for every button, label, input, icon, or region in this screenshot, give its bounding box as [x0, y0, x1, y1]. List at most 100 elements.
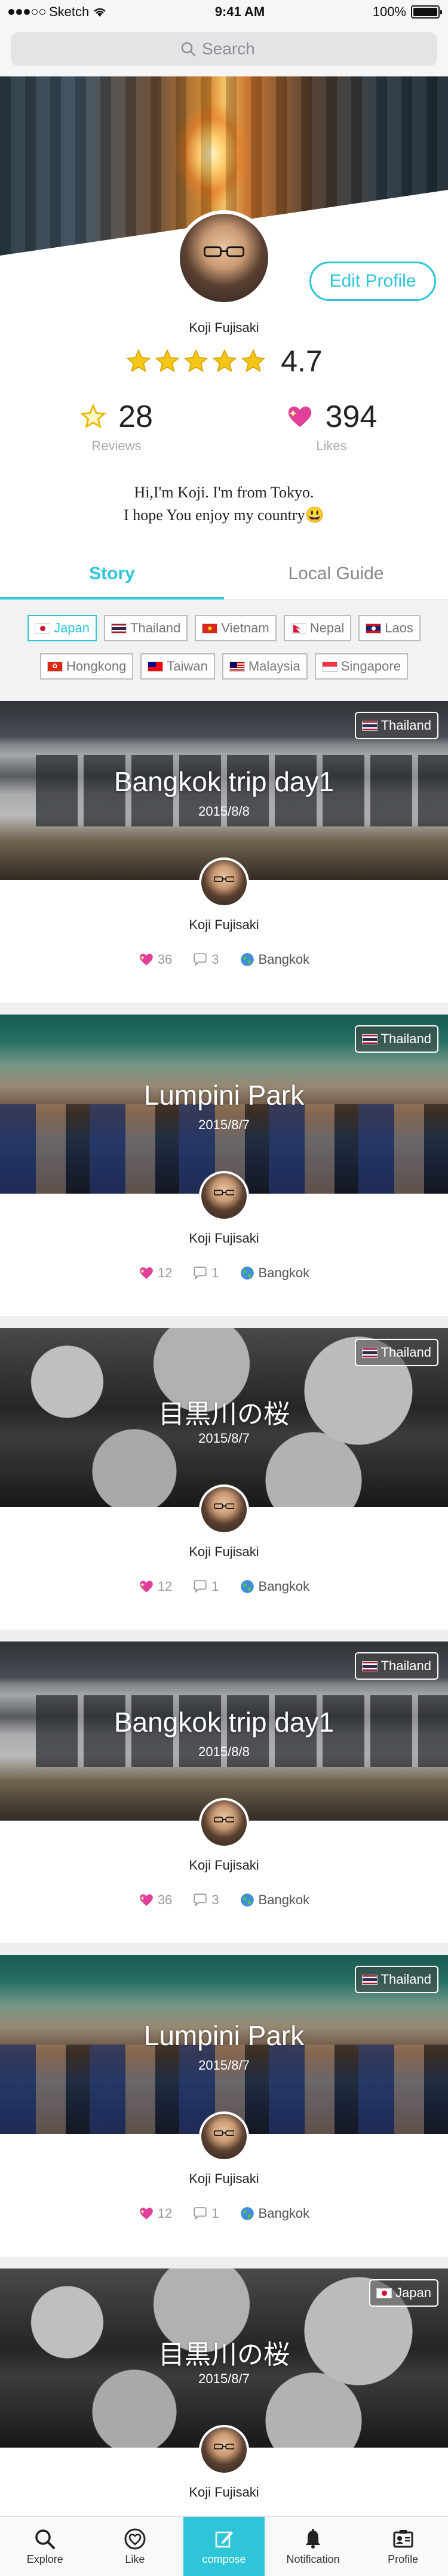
- story-place[interactable]: Bangkok: [240, 952, 310, 967]
- author-avatar[interactable]: [199, 1798, 249, 1848]
- story-author: Koji Fujisaki: [189, 917, 259, 932]
- star-icon: [183, 349, 208, 373]
- flag-icon: [366, 623, 382, 634]
- status-time: 9:41 AM: [214, 4, 265, 19]
- story-comments[interactable]: 3: [192, 1892, 219, 1908]
- story-meta: 12 1 Bangkok: [0, 2206, 448, 2221]
- card-separator: [0, 1316, 448, 1328]
- profile-card-icon: [393, 2530, 413, 2548]
- edit-profile-button[interactable]: Edit Profile: [309, 262, 436, 301]
- wifi-icon: [94, 8, 106, 17]
- heart-circle-icon: [124, 2528, 146, 2550]
- story-comments[interactable]: 3: [192, 952, 219, 967]
- story-comments[interactable]: 1: [192, 1579, 219, 1594]
- search-icon: [181, 42, 196, 57]
- flag-icon: [361, 1034, 378, 1044]
- rating-value: 4.7: [281, 345, 323, 378]
- card-separator: [0, 1630, 448, 1641]
- search-input[interactable]: [202, 39, 268, 59]
- card-separator: [0, 1003, 448, 1015]
- country-badge[interactable]: Thailand: [354, 1025, 438, 1053]
- globe-icon: [240, 1893, 254, 1907]
- author-avatar[interactable]: [199, 1171, 249, 1221]
- battery-percent: 100%: [372, 4, 406, 19]
- chip-singapore[interactable]: Singapore: [314, 653, 408, 680]
- story-card[interactable]: Thailand Bangkok trip day1 2015/8/8 Koji Fu…: [0, 701, 448, 1003]
- tab-bar-like[interactable]: Like: [90, 2517, 180, 2576]
- flag-icon: [229, 661, 245, 672]
- story-place[interactable]: Bangkok: [240, 2206, 309, 2221]
- story-comments[interactable]: 1: [192, 1265, 219, 1281]
- story-likes[interactable]: 12: [139, 1579, 172, 1594]
- chip-hongkong[interactable]: ✿ Hongkong: [40, 653, 134, 680]
- story-author: Koji Fujisaki: [189, 1858, 259, 1873]
- likes-count: 394: [325, 399, 378, 434]
- chip-japan[interactable]: Japan: [27, 615, 97, 641]
- author-avatar[interactable]: [199, 2111, 249, 2162]
- chip-laos[interactable]: Laos: [358, 615, 421, 641]
- likes-count: 12: [157, 1579, 173, 1594]
- comments-count: 3: [211, 952, 219, 967]
- story-title: Bangkok trip day1: [113, 1707, 335, 1738]
- search-bar: [0, 24, 448, 76]
- card-separator: [0, 2257, 448, 2268]
- bell-icon: [306, 2529, 321, 2549]
- chip-malaysia[interactable]: Malaysia: [222, 653, 308, 680]
- status-right: 100%: [372, 4, 442, 20]
- star-icon: [212, 349, 237, 373]
- country-badge[interactable]: Thailand: [354, 1966, 438, 1993]
- story-feed: Thailand Bangkok trip day1 2015/8/8 Koji Fu…: [0, 701, 448, 2576]
- flag-icon: [111, 623, 127, 634]
- author-avatar[interactable]: [199, 2425, 249, 2475]
- story-likes[interactable]: 36: [139, 1892, 172, 1908]
- country-badge[interactable]: Thailand: [354, 712, 438, 739]
- profile-avatar[interactable]: [176, 210, 272, 306]
- rating-row: 4.7: [0, 344, 448, 379]
- tab-bar-profile[interactable]: Profile: [358, 2517, 448, 2576]
- country-badge-label: Thailand: [381, 1972, 431, 1987]
- story-likes[interactable]: 12: [139, 2206, 172, 2221]
- tab-bar-notification[interactable]: Notification: [268, 2517, 358, 2576]
- chip-label: Malaysia: [248, 659, 300, 674]
- reviews-stat[interactable]: 28 Reviews: [57, 399, 176, 454]
- tab-bar-explore[interactable]: Explore: [0, 2517, 90, 2576]
- author-avatar[interactable]: [199, 857, 249, 908]
- story-likes[interactable]: 36: [139, 952, 172, 967]
- star-icon: [241, 349, 266, 373]
- country-badge[interactable]: Japan: [369, 2279, 438, 2307]
- story-card[interactable]: Thailand Lumpini Park 2015/8/7 Koji Fujisak…: [0, 1015, 448, 1316]
- story-place[interactable]: Bangkok: [240, 1892, 309, 1908]
- country-badge[interactable]: Thailand: [354, 1339, 438, 1366]
- chip-taiwan[interactable]: Taiwan: [140, 653, 215, 680]
- story-place[interactable]: Bangkok: [240, 1265, 309, 1281]
- tab-story[interactable]: Story: [0, 548, 224, 600]
- chip-thailand[interactable]: Thailand: [104, 615, 188, 641]
- search-box[interactable]: [11, 32, 437, 66]
- author-avatar[interactable]: [199, 1484, 249, 1535]
- story-card[interactable]: Thailand Bangkok trip day1 2015/8/8 Koji Fu…: [0, 1641, 448, 1943]
- bottom-tab-bar: Explore Like compose Notification Profil…: [0, 2516, 448, 2576]
- flag-icon: [35, 623, 51, 634]
- chip-vietnam[interactable]: ★ Vietnam: [195, 615, 277, 641]
- country-badge[interactable]: Thailand: [354, 1652, 438, 1680]
- story-card[interactable]: Thailand Lumpini Park 2015/8/7 Koji Fujisak…: [0, 1955, 448, 2257]
- likes-stat[interactable]: 394 Likes: [272, 399, 391, 454]
- tab-bar-label: Notification: [286, 2553, 340, 2565]
- story-card[interactable]: Thailand 目黒川の桜 2015/8/7 Koji Fujisaki 12 1 Ban…: [0, 1328, 448, 1630]
- chip-nepal[interactable]: Nepal: [283, 615, 352, 641]
- story-place[interactable]: Bangkok: [240, 1579, 310, 1594]
- tab-local-guide[interactable]: Local Guide: [224, 548, 448, 599]
- signal-icon: [8, 9, 45, 15]
- story-comments[interactable]: 1: [192, 2206, 219, 2221]
- tab-bar-compose[interactable]: compose: [183, 2517, 265, 2576]
- profile-tabs: Story Local Guide: [0, 548, 448, 600]
- place-label: Bangkok: [258, 1579, 310, 1594]
- place-label: Bangkok: [258, 952, 310, 967]
- tab-bar-label: Profile: [388, 2553, 419, 2565]
- story-likes[interactable]: 12: [139, 1265, 172, 1281]
- sparkling-heart-icon: [139, 954, 153, 966]
- flag-icon: [321, 661, 337, 672]
- likes-count: 36: [157, 952, 173, 967]
- profile-name: Koji Fujisaki: [189, 320, 259, 335]
- country-badge-label: Thailand: [381, 1031, 431, 1046]
